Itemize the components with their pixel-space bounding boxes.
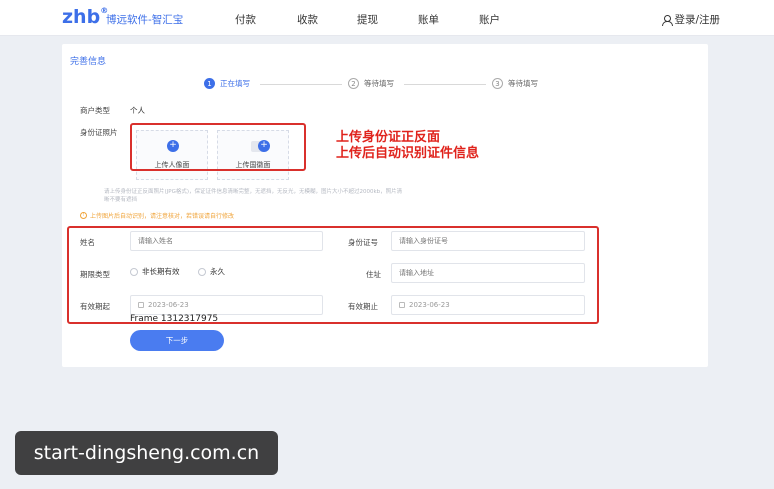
login-register-label: 登录/注册: [674, 14, 720, 26]
step-connector: [260, 84, 342, 85]
step-label: 正在填写: [220, 79, 250, 88]
brand-name: 博远软件-智汇宝: [106, 14, 184, 26]
nav-receive[interactable]: 收款: [297, 12, 318, 27]
id-photo-label: 身份证照片: [80, 128, 118, 137]
step-label: 等待填写: [508, 79, 538, 88]
page-title: 完善信息: [70, 57, 107, 67]
step-number: 3: [492, 78, 503, 89]
merchant-type-value: 个人: [130, 106, 145, 115]
auto-recognize-warning: ! 上传图片后自动识别，请注意核对，若错误请自行修改: [80, 211, 234, 220]
step-3: 3 等待填写: [492, 78, 538, 89]
upload-tip-text: 请上传身份证正反面照片(JPG格式)，保证证件信息清晰完整，无遮挡，无反光，无模…: [104, 189, 403, 203]
annotation-text-line-2: 上传后自动识别证件信息: [336, 146, 480, 161]
step-2: 2 等待填写: [348, 78, 394, 89]
step-number: 2: [348, 78, 359, 89]
step-number: 1: [204, 78, 215, 89]
next-step-button[interactable]: 下一步: [130, 330, 224, 351]
warning-icon: !: [80, 212, 87, 219]
step-1: 1 正在填写: [204, 78, 250, 89]
nav-withdraw[interactable]: 提现: [357, 12, 378, 27]
annotation-highlight-upload: [130, 123, 306, 171]
step-label: 等待填写: [364, 79, 394, 88]
annotation-text-line-1: 上传身份证正反面: [336, 130, 441, 145]
nav-account[interactable]: 账户: [479, 12, 500, 27]
login-register-link[interactable]: 登录/注册: [661, 12, 720, 27]
site-watermark: start-dingsheng.com.cn: [15, 431, 278, 475]
top-navigation-bar: zhb® 博远软件-智汇宝 付款 收款 提现 账单 账户 登录/注册: [0, 0, 774, 36]
annotation-highlight-form: [67, 226, 599, 324]
step-connector: [404, 84, 486, 85]
logo[interactable]: zhb®: [62, 6, 108, 28]
nav-pay[interactable]: 付款: [235, 12, 256, 27]
user-icon: [661, 14, 673, 26]
complete-info-card: 完善信息 1 正在填写 2 等待填写 3 等待填写 商户类型 个人 身份证照片 …: [62, 44, 708, 367]
warning-text: 上传图片后自动识别，请注意核对，若错误请自行修改: [90, 213, 235, 220]
frame-label: Frame 1312317975: [130, 314, 219, 324]
merchant-type-label: 商户类型: [80, 106, 110, 115]
nav-bill[interactable]: 账单: [418, 12, 439, 27]
